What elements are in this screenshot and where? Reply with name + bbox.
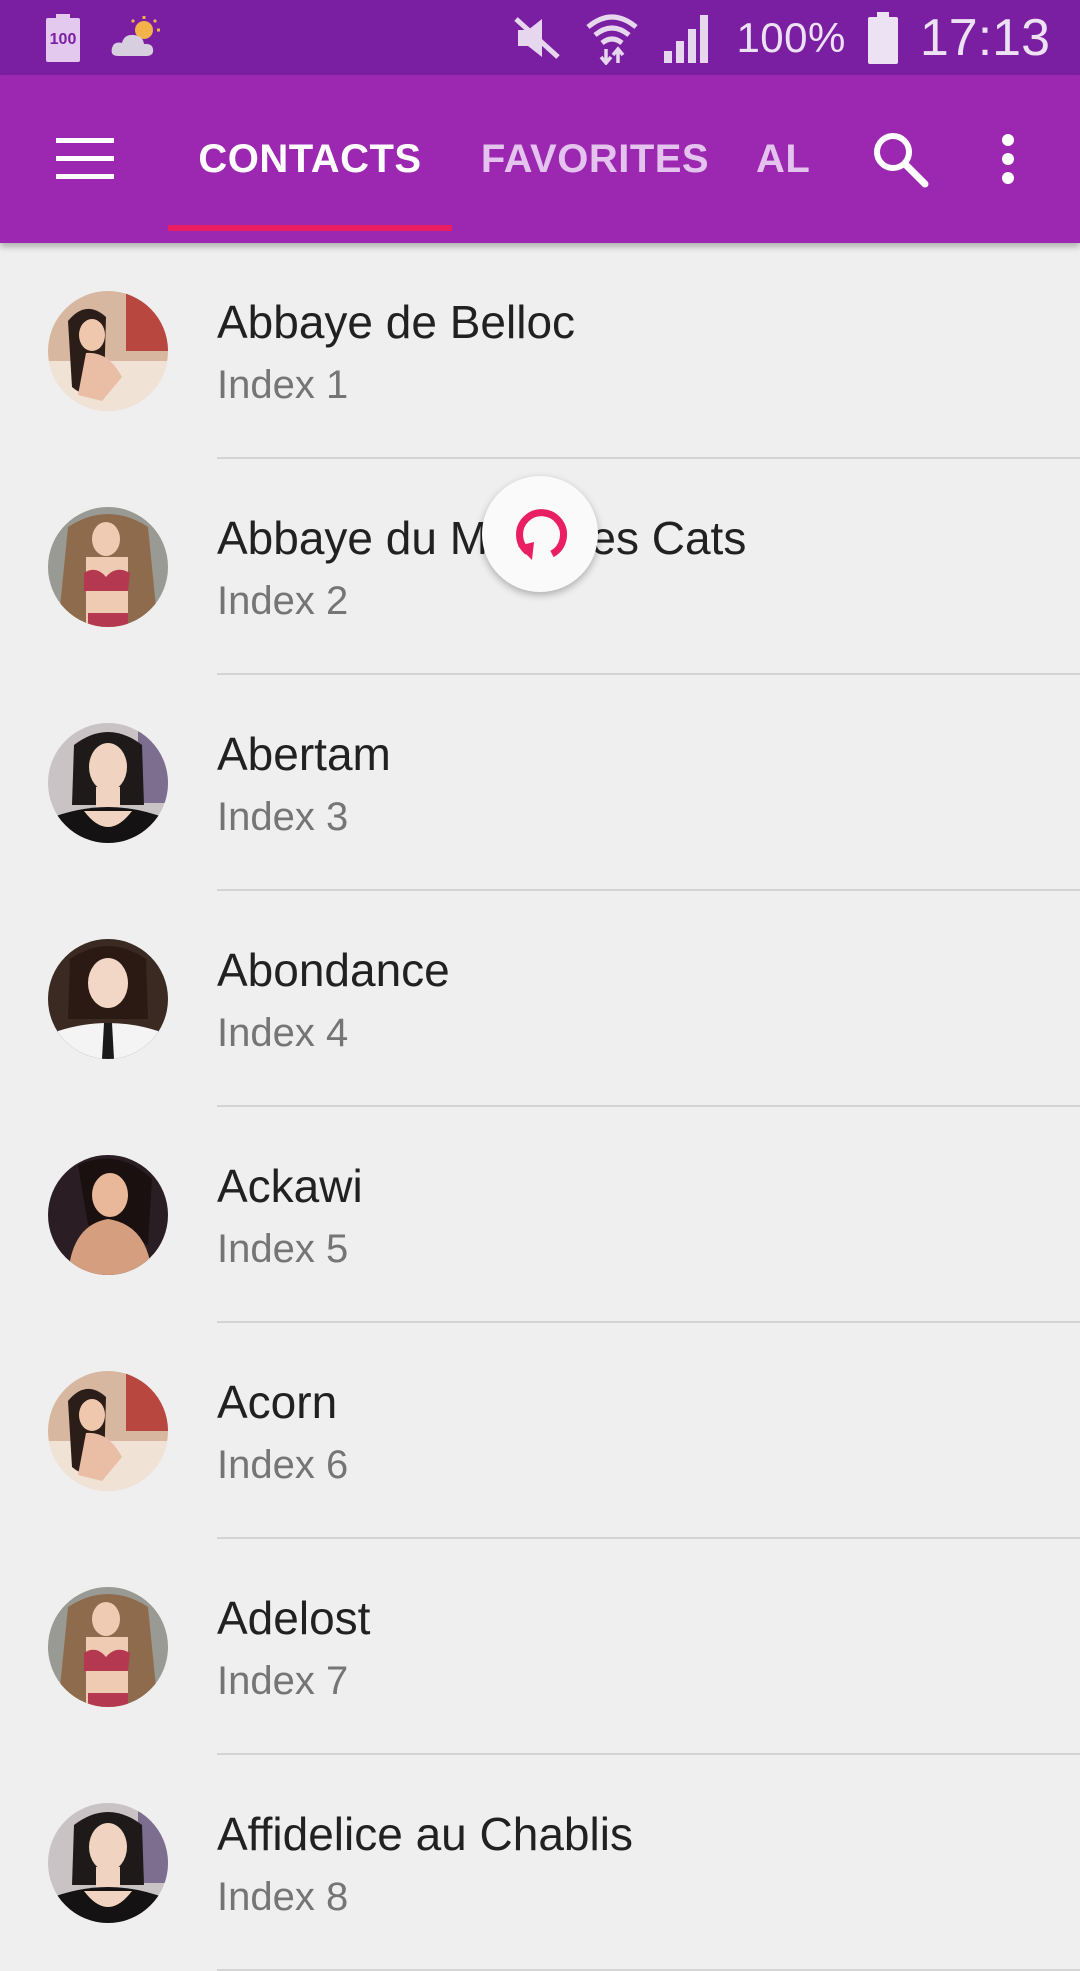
avatar xyxy=(48,507,168,627)
menu-icon xyxy=(56,138,114,179)
tab-all[interactable]: AL xyxy=(756,75,830,243)
battery-percent: 100% xyxy=(736,14,846,61)
status-bar: 100 100% 17:13 xyxy=(0,0,1080,75)
contact-subtitle: Index 6 xyxy=(217,1443,349,1487)
weather-icon xyxy=(111,16,160,56)
contact-subtitle: Index 2 xyxy=(217,579,349,623)
tab-indicator xyxy=(168,225,452,231)
contact-row[interactable]: Abbaye de Belloc Index 1 xyxy=(0,243,1080,459)
search-button[interactable] xyxy=(860,119,940,199)
contact-name: Abbaye de Belloc xyxy=(217,296,576,348)
contact-subtitle: Index 3 xyxy=(217,795,349,839)
contact-subtitle: Index 7 xyxy=(217,1659,349,1703)
contact-subtitle: Index 4 xyxy=(217,1011,349,1055)
contact-name: Abertam xyxy=(217,728,391,780)
contact-row[interactable]: Affidelice au Chablis Index 8 xyxy=(0,1755,1080,1971)
refresh-indicator xyxy=(482,476,598,592)
more-options-button[interactable] xyxy=(968,119,1048,199)
app-bar: CONTACTS FAVORITES AL xyxy=(0,75,1080,243)
contact-name: Abondance xyxy=(217,944,450,996)
refresh-icon xyxy=(516,509,568,560)
contact-name: Acorn xyxy=(217,1376,338,1428)
contact-name: Affidelice au Chablis xyxy=(217,1808,633,1860)
menu-button[interactable] xyxy=(40,119,130,199)
clock: 17:13 xyxy=(919,9,1050,67)
contact-row[interactable]: Acorn Index 6 xyxy=(0,1323,1080,1539)
more-vert-icon xyxy=(1002,134,1014,184)
status-bar-left: 100 xyxy=(46,14,166,62)
tab-contacts[interactable]: CONTACTS xyxy=(168,75,452,243)
contact-row[interactable]: Ackawi Index 5 xyxy=(0,1107,1080,1323)
contact-subtitle: Index 8 xyxy=(217,1875,349,1919)
avatar xyxy=(48,723,168,843)
battery-widget-icon: 100 xyxy=(46,14,80,62)
contact-row[interactable]: Adelost Index 7 xyxy=(0,1539,1080,1755)
contact-subtitle: Index 5 xyxy=(217,1227,349,1271)
contact-row[interactable]: Abondance Index 4 xyxy=(0,891,1080,1107)
contact-row[interactable]: Abertam Index 3 xyxy=(0,675,1080,891)
wifi-icon xyxy=(586,14,639,65)
battery-icon xyxy=(867,12,898,64)
contact-name: Ackawi xyxy=(217,1160,363,1212)
battery-widget-label: 100 xyxy=(46,18,80,62)
contact-name: Adelost xyxy=(217,1592,371,1644)
avatar xyxy=(48,1155,168,1275)
contact-subtitle: Index 1 xyxy=(217,363,349,407)
status-bar-right: 100% 17:13 xyxy=(512,8,1050,68)
avatar xyxy=(48,939,168,1059)
avatar xyxy=(48,291,168,411)
avatar xyxy=(48,1587,168,1707)
avatar xyxy=(48,1371,168,1491)
mute-icon xyxy=(514,17,561,59)
signal-icon xyxy=(664,15,709,63)
tab-favorites[interactable]: FAVORITES xyxy=(470,75,720,243)
search-icon xyxy=(874,133,929,188)
avatar xyxy=(48,1803,168,1923)
